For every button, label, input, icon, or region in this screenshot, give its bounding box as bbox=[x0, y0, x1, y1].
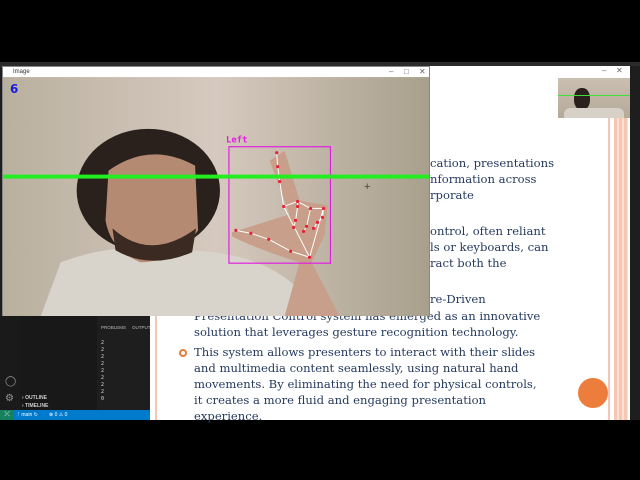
cursor-crosshair-icon: + bbox=[364, 181, 371, 193]
slide-text: nformation across bbox=[430, 172, 537, 186]
hand-landmark bbox=[308, 206, 313, 211]
slide-text: ontrol, often reliant bbox=[430, 224, 546, 238]
webcam-feed: Left 6 bbox=[3, 77, 429, 316]
maximize-button[interactable]: □ bbox=[404, 67, 409, 77]
branch-name: main bbox=[21, 412, 33, 418]
slide-text: ract both the bbox=[430, 256, 507, 270]
hand-landmark bbox=[320, 215, 325, 219]
hand-label: Left bbox=[226, 136, 248, 146]
slide-text: re-Driven bbox=[430, 292, 486, 306]
hand-landmark bbox=[249, 231, 253, 235]
slide-text: rporate bbox=[430, 188, 474, 202]
terminal-line: 2 bbox=[101, 340, 105, 346]
finger-count: 6 bbox=[10, 82, 18, 96]
remote-icon[interactable]: ⤫ bbox=[0, 410, 14, 420]
outline-label: OUTLINE bbox=[25, 395, 48, 401]
hand-landmark bbox=[275, 151, 279, 155]
branch-indicator[interactable]: ᚴ main ↻ bbox=[17, 410, 38, 420]
timeline-section[interactable]: › TIMELINE bbox=[22, 403, 48, 409]
minimize-button[interactable]: – bbox=[602, 66, 606, 75]
minimize-button[interactable]: – bbox=[389, 67, 393, 77]
hand-landmark bbox=[282, 204, 286, 209]
hand-landmark bbox=[321, 206, 326, 211]
hand-landmark bbox=[315, 220, 320, 224]
close-button[interactable]: ✕ bbox=[616, 66, 623, 75]
hand-landmark bbox=[289, 249, 293, 253]
bullet-icon bbox=[179, 349, 187, 357]
hand-landmark bbox=[234, 228, 238, 232]
slide-text: solution that leverages gesture recognit… bbox=[194, 325, 519, 339]
terminal-line: 2 bbox=[101, 382, 105, 388]
slide-text: This system allows presenters to interac… bbox=[194, 345, 536, 359]
gear-icon[interactable]: ⚙ bbox=[5, 393, 14, 404]
terminal-line: 2 bbox=[101, 361, 105, 367]
outline-section[interactable]: › OUTLINE bbox=[22, 395, 47, 401]
hand-landmark bbox=[292, 225, 296, 229]
hand-landmark bbox=[296, 204, 300, 209]
slide-text: it creates a more fluid and engaging pre… bbox=[194, 393, 487, 407]
hand-landmark bbox=[307, 255, 312, 259]
terminal-panel[interactable]: PROBLEMS OUTPUT 2 2 2 2 2 2 2 2 0 bbox=[97, 316, 151, 410]
terminal-line: 0 bbox=[101, 396, 105, 402]
threshold-line bbox=[3, 174, 429, 179]
status-bar: ᚴ main ↻ ⊗ 0 ⚠ 0 bbox=[0, 410, 150, 420]
window-title: Image bbox=[13, 69, 30, 75]
slide-decoration bbox=[614, 118, 628, 420]
vscode-right-edge bbox=[630, 66, 640, 420]
hand-landmark bbox=[301, 229, 306, 233]
image-window-titlebar: Image – □ ✕ bbox=[3, 67, 429, 77]
slide-text: cation, presentations bbox=[430, 156, 555, 170]
slide-border-right bbox=[608, 118, 610, 420]
slide-decoration-circle bbox=[578, 378, 608, 408]
tab-output[interactable]: OUTPUT bbox=[132, 325, 151, 330]
hand-landmark bbox=[304, 224, 309, 228]
account-icon[interactable]: ◯ bbox=[5, 376, 16, 387]
close-button[interactable]: ✕ bbox=[419, 67, 426, 77]
slide-text: movements. By eliminating the need for p… bbox=[194, 377, 537, 391]
warning-count: 0 bbox=[64, 412, 68, 418]
threshold-line bbox=[558, 95, 630, 96]
error-count: 0 bbox=[54, 412, 58, 418]
tab-problems[interactable]: PROBLEMS bbox=[101, 325, 126, 330]
activity-bar: ◯ ⚙ bbox=[0, 316, 20, 410]
terminal-line: 2 bbox=[101, 375, 105, 381]
hand-landmark bbox=[311, 226, 316, 230]
hand-landmark bbox=[267, 237, 271, 241]
hand-landmark bbox=[276, 165, 280, 169]
person-hair bbox=[574, 88, 590, 110]
hand-landmark bbox=[278, 179, 282, 184]
problems-indicator[interactable]: ⊗ 0 ⚠ 0 bbox=[49, 410, 67, 420]
person-shirt bbox=[564, 108, 624, 118]
terminal-line: 2 bbox=[101, 389, 105, 395]
terminal-line: 2 bbox=[101, 368, 105, 374]
terminal-line: 2 bbox=[101, 354, 105, 360]
timeline-label: TIMELINE bbox=[25, 403, 49, 409]
slide-text: experience. bbox=[194, 409, 263, 423]
webcam-preview-thumbnail[interactable] bbox=[558, 78, 630, 118]
terminal-line: 2 bbox=[101, 347, 105, 353]
slide-text: and multimedia content seamlessly, using… bbox=[194, 361, 519, 375]
hand-landmark bbox=[294, 218, 298, 222]
slide-text: ls or keyboards, can bbox=[430, 240, 549, 254]
hand-landmark bbox=[296, 199, 300, 204]
